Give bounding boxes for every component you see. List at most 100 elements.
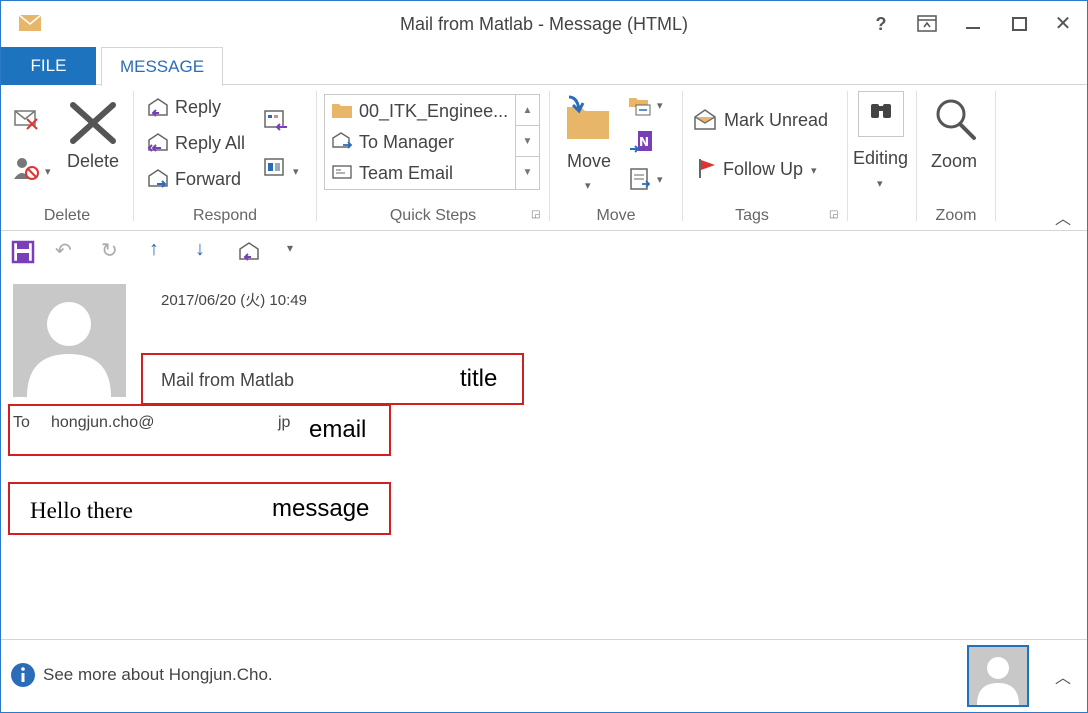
group-label-tags: Tags xyxy=(735,207,769,224)
quick-step-item[interactable]: 00_ITK_Enginee... xyxy=(359,101,508,122)
zoom-magnifier-icon[interactable] xyxy=(931,95,979,143)
delete-x-icon[interactable] xyxy=(69,101,117,145)
move-dropdown-icon[interactable]: ▾ xyxy=(585,179,591,192)
follow-up-button[interactable]: Follow Up xyxy=(723,159,803,180)
people-pane-avatar[interactable] xyxy=(967,645,1029,707)
editing-dropdown-icon[interactable]: ▾ xyxy=(877,177,883,190)
tags-launcher-icon[interactable]: ◲ xyxy=(829,209,838,220)
minimize-button[interactable] xyxy=(959,11,987,37)
rules-dropdown-icon[interactable]: ▾ xyxy=(657,99,663,112)
editing-button-frame[interactable] xyxy=(858,91,904,137)
previous-item-icon[interactable]: ↑ xyxy=(149,238,159,261)
expand-people-pane-icon[interactable]: ︿ xyxy=(1055,664,1071,688)
quick-access-toolbar: ↶ ↻ ↑ ↓ ▾ xyxy=(1,232,1087,272)
help-button[interactable]: ? xyxy=(867,11,895,37)
delete-button[interactable]: Delete xyxy=(67,151,119,172)
to-address[interactable]: hongjun.cho@ xyxy=(51,414,154,432)
reply-all-icon[interactable] xyxy=(145,132,171,154)
group-separator xyxy=(316,91,317,221)
move-button[interactable]: Move xyxy=(567,151,611,172)
ribbon-display-icon xyxy=(917,15,937,32)
close-button[interactable]: ✕ xyxy=(1049,11,1077,37)
collapse-ribbon-icon[interactable]: ︿ xyxy=(1055,205,1071,229)
forward-button[interactable]: Forward xyxy=(175,169,241,190)
group-separator xyxy=(549,91,550,221)
quick-steps-launcher-icon[interactable]: ◲ xyxy=(531,209,540,220)
mark-unread-icon[interactable] xyxy=(693,107,719,131)
message-body: Hello there xyxy=(30,498,133,523)
people-pane: See more about Hongjun.Cho. ︿ xyxy=(1,639,1087,712)
svg-text:N: N xyxy=(639,135,649,149)
more-respond-icon[interactable] xyxy=(263,157,289,181)
save-icon[interactable] xyxy=(11,240,35,264)
to-address-suffix: jp xyxy=(278,414,291,431)
quick-step-item[interactable]: Team Email xyxy=(359,163,453,184)
folder-icon xyxy=(332,104,352,118)
annotation-message: message xyxy=(272,495,370,522)
scroll-down-icon[interactable]: ▼ xyxy=(516,126,539,157)
message-date: 2017/06/20 (火) 10:49 xyxy=(161,292,307,309)
editing-button[interactable]: Editing xyxy=(853,148,908,169)
forward-icon[interactable] xyxy=(145,168,171,190)
group-separator xyxy=(916,91,917,221)
see-more-link[interactable]: See more about Hongjun.Cho. xyxy=(43,665,273,685)
group-label-quick-steps: Quick Steps xyxy=(389,207,477,224)
annotation-title: title xyxy=(460,365,498,392)
info-icon xyxy=(11,663,35,687)
maximize-button[interactable] xyxy=(1005,11,1033,37)
reply-icon[interactable] xyxy=(145,97,171,119)
redo-icon[interactable]: ↻ xyxy=(101,238,118,263)
follow-up-dropdown-icon[interactable]: ▾ xyxy=(811,164,817,177)
group-label-zoom: Zoom xyxy=(935,207,977,224)
person-icon xyxy=(977,657,1019,705)
group-separator xyxy=(847,91,848,221)
to-label: To xyxy=(13,414,30,431)
undo-icon[interactable]: ↶ xyxy=(55,238,72,263)
quick-steps-scrollbar[interactable]: ▲ ▼ ▼ xyxy=(515,95,539,189)
next-item-icon[interactable]: ↓ xyxy=(195,238,205,261)
scroll-up-icon[interactable]: ▲ xyxy=(516,95,539,126)
title-bar: Mail from Matlab - Message (HTML) ? ✕ xyxy=(1,1,1087,47)
group-label-delete: Delete xyxy=(43,207,91,224)
binoculars-icon xyxy=(871,104,891,118)
meeting-reply-icon[interactable] xyxy=(263,109,289,133)
quick-step-item[interactable]: To Manager xyxy=(359,132,454,153)
expand-gallery-icon[interactable]: ▼ xyxy=(516,157,539,188)
follow-up-flag-icon[interactable] xyxy=(697,157,719,179)
tab-message[interactable]: MESSAGE xyxy=(101,47,223,86)
zoom-button[interactable]: Zoom xyxy=(931,151,977,172)
reply-button[interactable]: Reply xyxy=(175,97,221,118)
group-separator xyxy=(995,91,996,221)
quick-steps-gallery: 00_ITK_Enginee... To Manager Team Email … xyxy=(324,94,540,190)
customize-qat-icon[interactable]: ▾ xyxy=(287,241,293,255)
reply-all-button[interactable]: Reply All xyxy=(175,133,245,154)
person-icon xyxy=(27,302,111,397)
group-separator xyxy=(133,91,134,221)
message-window: Mail from Matlab - Message (HTML) ? ✕ FI… xyxy=(0,0,1088,713)
actions-icon[interactable] xyxy=(628,167,654,191)
ribbon: ▾ Delete Delete Reply Reply All Forward xyxy=(1,85,1087,231)
group-separator xyxy=(682,91,683,221)
onenote-icon[interactable]: N xyxy=(628,129,654,155)
rules-icon[interactable] xyxy=(628,95,654,117)
move-folder-icon[interactable] xyxy=(563,93,613,143)
junk-dropdown-icon[interactable]: ▾ xyxy=(45,165,51,178)
group-label-move: Move xyxy=(596,207,636,224)
minimize-icon xyxy=(966,27,980,29)
reply-qat-icon[interactable] xyxy=(237,240,263,264)
junk-icon[interactable] xyxy=(13,155,41,181)
sender-avatar xyxy=(13,284,126,397)
ignore-icon[interactable] xyxy=(13,107,41,131)
team-email-icon xyxy=(332,165,352,179)
more-respond-dropdown-icon[interactable]: ▾ xyxy=(293,165,299,178)
message-subject: Mail from Matlab xyxy=(161,370,295,390)
maximize-icon xyxy=(1012,17,1027,31)
ribbon-display-options-button[interactable] xyxy=(913,11,941,37)
actions-dropdown-icon[interactable]: ▾ xyxy=(657,173,663,186)
ribbon-tabs: FILE MESSAGE xyxy=(1,47,1087,86)
tab-file[interactable]: FILE xyxy=(1,47,96,85)
to-manager-icon xyxy=(332,132,353,149)
annotation-email: email xyxy=(309,416,367,443)
mark-unread-button[interactable]: Mark Unread xyxy=(724,110,828,131)
group-label-respond: Respond xyxy=(192,207,258,224)
